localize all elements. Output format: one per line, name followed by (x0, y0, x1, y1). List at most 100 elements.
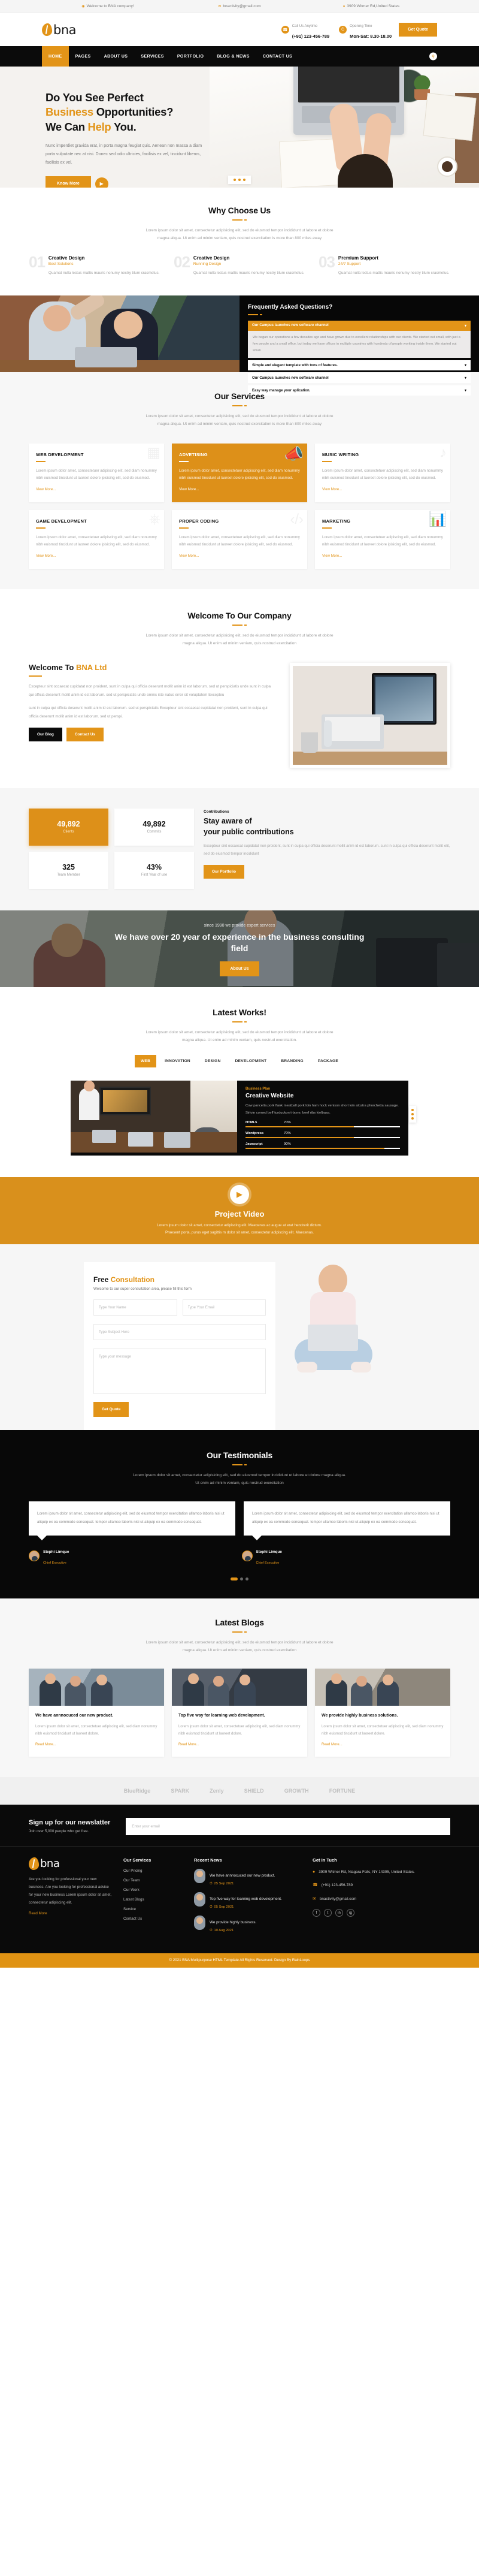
slider-dot[interactable] (234, 179, 236, 181)
nav-item-blog-news[interactable]: BLOG & NEWS (210, 46, 256, 67)
testimonials-grid: Lorem ipsum dolor sit amet, consectetur … (0, 1501, 479, 1541)
service-view-more-link[interactable]: View More... (36, 554, 56, 558)
faq-question-2[interactable]: Simple and elegant template with tons of… (248, 360, 471, 371)
blog-body: We have annnocuced our new product. Lore… (29, 1706, 164, 1756)
slider-dot[interactable] (238, 179, 241, 181)
service-card-web-development[interactable]: ▦ WEB DEVELOPMENT Lorem ipsum dolor amet… (29, 443, 164, 502)
filter-package[interactable]: PACKAGE (312, 1055, 344, 1067)
blog-card-3[interactable]: We provide highly business solutions. Lo… (315, 1669, 450, 1757)
nav-item-portfolio[interactable]: PORTFOLIO (171, 46, 210, 67)
slider-dot[interactable] (240, 1577, 243, 1581)
twitter-icon[interactable]: t (324, 1909, 332, 1917)
slider-dot[interactable] (245, 1577, 248, 1581)
slider-dot[interactable] (411, 1117, 414, 1120)
our-blog-button[interactable]: Our Blog (29, 728, 62, 742)
footer-read-more-link[interactable]: Read More (29, 1911, 47, 1916)
consultation-get-quote-button[interactable]: Get Quote (93, 1402, 129, 1417)
search-icon[interactable]: ⚲ (429, 52, 437, 61)
newsletter-email-input[interactable] (126, 1817, 450, 1835)
service-card-game-development[interactable]: ⎈ GAME DEVELOPMENT Lorem ipsum dolor ame… (29, 509, 164, 569)
message-textarea[interactable] (93, 1349, 266, 1395)
plant (301, 732, 318, 753)
service-card-proper-coding[interactable]: ‹/› PROPER CODING Lorem ipsum dolor amet… (172, 509, 307, 569)
hero-coffee-cup (437, 156, 457, 177)
work-slider-dots[interactable] (409, 1105, 416, 1123)
footer-link-our-pricing[interactable]: Our Pricing (123, 1869, 183, 1873)
clock-icon: ⏱ (339, 26, 347, 34)
slider-dot[interactable] (243, 179, 245, 181)
instagram-icon[interactable]: ig (347, 1909, 354, 1917)
footer-news-item-3[interactable]: We provide highly business. ⏱ 10 Aug 2021 (194, 1915, 302, 1933)
footer-news-item-1[interactable]: We have annnocuced our new product. ⏱ 25 … (194, 1868, 302, 1886)
service-view-more-link[interactable]: View More... (322, 554, 342, 558)
service-card-advetising[interactable]: 📣 ADVETISING Lorem ipsum dolor amet, con… (172, 443, 307, 502)
facebook-icon[interactable]: f (313, 1909, 320, 1917)
nav-item-about-us[interactable]: ABOUT US (98, 46, 135, 67)
nav-item-home[interactable]: HOME (42, 46, 69, 67)
nav-item-contact-us[interactable]: CONTACT US (256, 46, 299, 67)
topbar-email[interactable]: ✉ bnactivity@gmail.com (174, 4, 305, 8)
service-view-more-link[interactable]: View More... (36, 488, 56, 491)
blog-read-more-link[interactable]: Read More... (35, 1743, 56, 1747)
work-laptop-3 (164, 1132, 190, 1148)
footer-email-row[interactable]: ✉ bnactivity@gmail.com (313, 1896, 450, 1904)
faq-question-4[interactable]: Easy way manage your aplication. ▾ (248, 385, 471, 396)
footer-news-item-2[interactable]: Top five way for learning web developmen… (194, 1892, 302, 1910)
subject-input[interactable] (93, 1324, 266, 1341)
blog-read-more-link[interactable]: Read More... (178, 1743, 199, 1747)
work-text: Cow pancetta pork flank meatball pork lo… (245, 1103, 399, 1115)
service-view-more-link[interactable]: View More... (179, 488, 199, 491)
slider-dot[interactable] (231, 1577, 238, 1581)
stats-heading: Stay aware of your public contributions (204, 816, 450, 837)
name-input[interactable] (93, 1299, 177, 1316)
faq-question-1[interactable]: Our Campus launches new software channel… (248, 320, 471, 331)
filter-design[interactable]: DESIGN (199, 1055, 227, 1067)
faq-question-3[interactable]: Our Campus launches new software channel… (248, 373, 471, 384)
nav-item-pages[interactable]: PAGES (69, 46, 98, 67)
our-portfolio-button[interactable]: Our Portfolio (204, 865, 245, 879)
play-icon[interactable]: ▶ (95, 177, 108, 188)
service-card-music-writing[interactable]: ♪ MUSIC WRITING Lorem ipsum dolor amet, … (315, 443, 450, 502)
footer-phone-row[interactable]: ☎ (+91) 123-456-789 (313, 1882, 450, 1890)
filter-innovation[interactable]: INNOVATION (159, 1055, 196, 1067)
topbar-email-text: bnactivity@gmail.com (223, 4, 261, 8)
service-card-marketing[interactable]: 📊 MARKETING Lorem ipsum dolor amet, cons… (315, 509, 450, 569)
linkedin-icon[interactable]: in (335, 1909, 343, 1917)
footer-link-contact-us[interactable]: Contact Us (123, 1917, 183, 1921)
blog-read-more-link[interactable]: Read More... (322, 1743, 342, 1747)
hero-slider-dots[interactable] (228, 176, 251, 184)
footer-link-our-team[interactable]: Our Team (123, 1878, 183, 1883)
header-call-block: ☎ Call Us Anytime (+91) 123-456-789 (281, 19, 329, 41)
nav-item-services[interactable]: SERVICES (134, 46, 170, 67)
testimonial-slider-dots[interactable] (0, 1577, 479, 1581)
footer-link-service[interactable]: Service (123, 1907, 183, 1911)
email-input[interactable] (182, 1299, 266, 1316)
footer-link-our-work[interactable]: Our Work (123, 1888, 183, 1892)
hero-title-highlight-help: Help (87, 120, 111, 133)
service-view-more-link[interactable]: View More... (322, 488, 342, 491)
filter-branding[interactable]: BRANDING (275, 1055, 309, 1067)
blog-card-1[interactable]: We have annnocuced our new product. Lore… (29, 1669, 164, 1757)
blog-card-2[interactable]: Top five way for learning web developmen… (172, 1669, 307, 1757)
footer-link-latest-blogs[interactable]: Latest Blogs (123, 1898, 183, 1902)
skill-bar-top: Javascript 90% (245, 1142, 400, 1146)
brand-logo-spark: SPARK (171, 1787, 190, 1794)
footer-logo[interactable]: bna (28, 1857, 113, 1871)
contact-us-button[interactable]: Contact Us (66, 728, 104, 742)
divider (0, 1464, 479, 1466)
filter-development[interactable]: DEVELOPMENT (229, 1055, 273, 1067)
services-section: Our Services Lorem ipsum dolor sit amet,… (0, 372, 479, 589)
filter-web[interactable]: WEB (135, 1054, 157, 1067)
know-more-button[interactable]: Know More (46, 176, 91, 188)
get-quote-button[interactable]: Get Quote (399, 23, 437, 37)
slider-dot[interactable] (411, 1108, 414, 1111)
testimonial-card-1: Lorem ipsum dolor sit amet, consectetur … (29, 1501, 235, 1541)
site-logo[interactable]: bna (41, 23, 77, 37)
stat-box-clients: 49,892 Clients (29, 808, 108, 846)
about-us-button[interactable]: About Us (220, 961, 259, 977)
project-video-section: ▶ Project Video Lorem ipsum dolor sit am… (0, 1177, 479, 1245)
play-icon[interactable]: ▶ (230, 1184, 249, 1204)
service-view-more-link[interactable]: View More... (179, 554, 199, 558)
slider-dot[interactable] (411, 1112, 414, 1115)
faq-item-1: Our Campus launches new software channel… (248, 320, 471, 358)
